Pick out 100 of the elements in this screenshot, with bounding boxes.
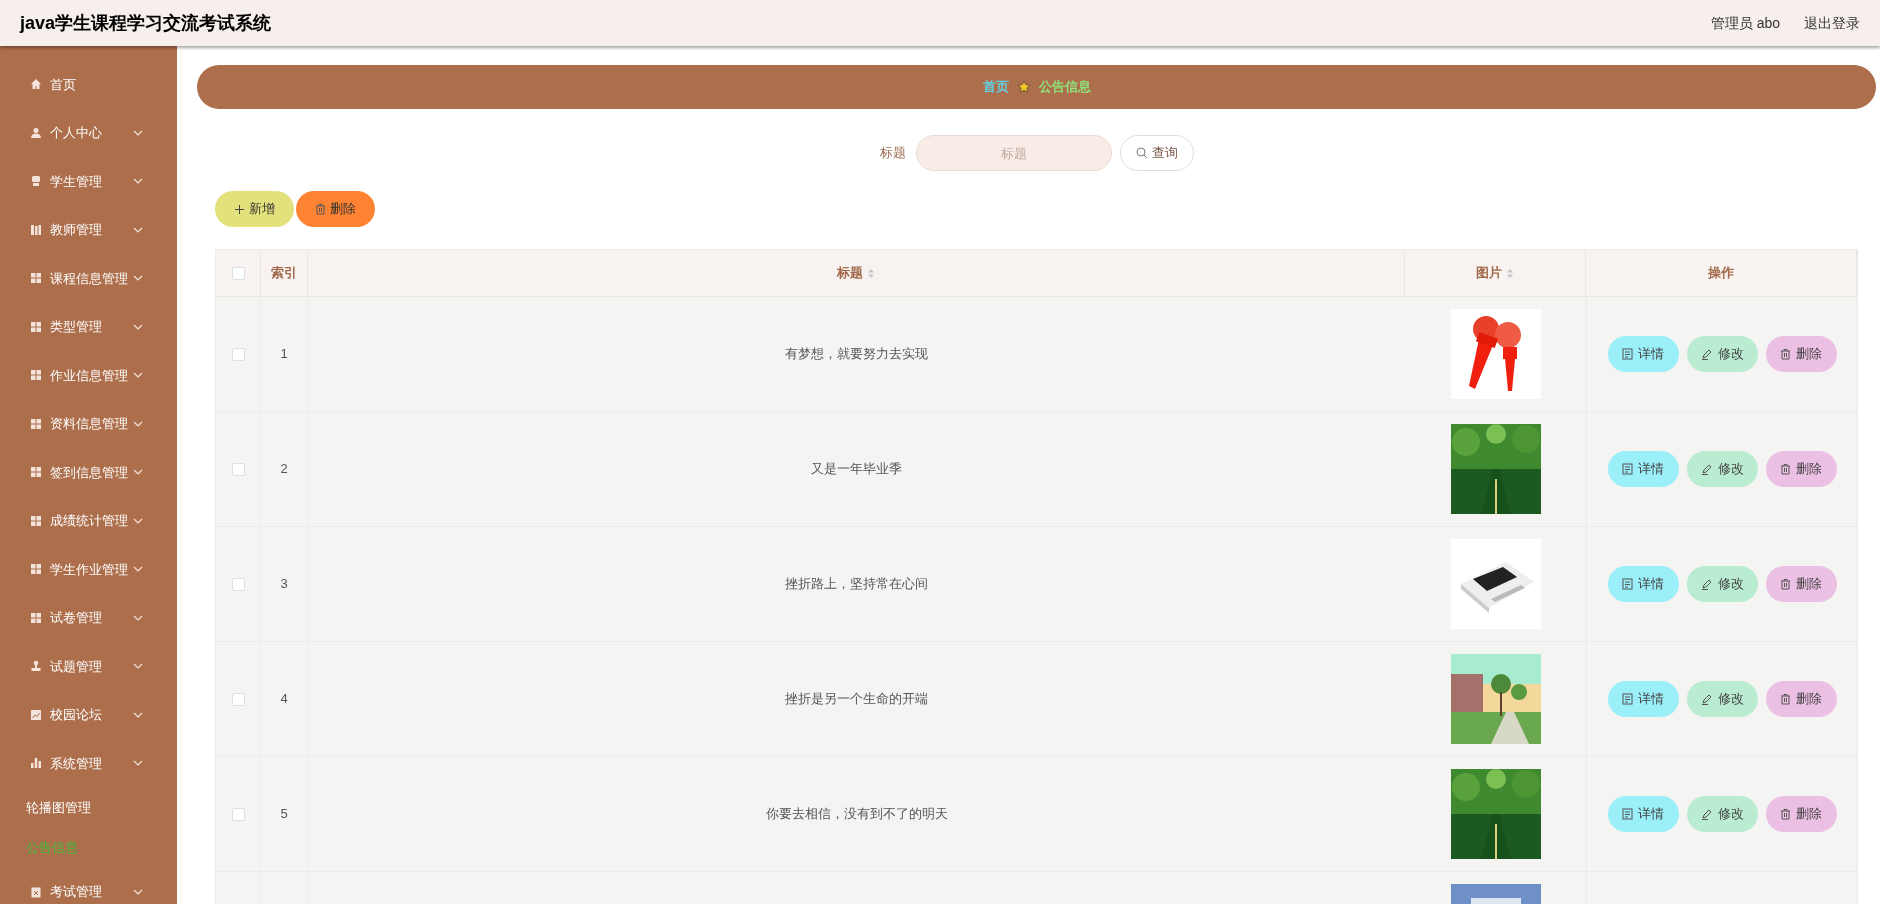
document-icon [1622, 693, 1633, 705]
chevron-down-icon [133, 711, 143, 718]
details-button[interactable]: 详情 [1607, 451, 1679, 487]
grid-icon [30, 272, 42, 285]
grid-icon [30, 320, 42, 333]
index-cell-text: 3 [280, 575, 288, 594]
search-field[interactable]: 标题 [915, 135, 1112, 171]
sidebar-item[interactable]: 系统管理 [0, 739, 177, 788]
sidebar-item[interactable]: 考试管理 [0, 867, 177, 904]
sort-icon[interactable] [867, 267, 875, 279]
edit-button[interactable]: 修改 [1686, 451, 1758, 487]
sidebar-item[interactable]: 成绩统计管理 [0, 496, 177, 545]
sidebar-item[interactable]: 教师管理 [0, 205, 177, 254]
sidebar-subitem[interactable]: 轮播图管理 [0, 787, 177, 828]
grid-icon [30, 369, 42, 382]
clipboard-icon [30, 885, 42, 898]
sidebar-item[interactable]: 作业信息管理 [0, 351, 177, 400]
pencil-icon [1700, 808, 1713, 820]
chevron-down-icon [133, 323, 143, 330]
chevron-down-icon [133, 888, 143, 895]
checkbox[interactable] [231, 577, 245, 591]
column-header: 索引 [271, 264, 297, 283]
logout-link[interactable]: 退出登录 [1804, 12, 1860, 34]
sidebar-item[interactable]: 课程信息管理 [0, 254, 177, 303]
delete-button[interactable]: 删除 [1765, 336, 1837, 372]
delete-button[interactable]: 删除 [296, 191, 375, 227]
grid-icon [30, 611, 42, 624]
checkbox[interactable] [231, 266, 245, 280]
index-cell-text: 5 [280, 805, 288, 824]
edit-button[interactable]: 修改 [1686, 566, 1758, 602]
title-cell-text: 又是一年毕业季 [811, 460, 902, 479]
chevron-down-icon [133, 226, 143, 233]
bar-chart-icon [30, 757, 42, 770]
edit-button[interactable]: 修改 [1686, 681, 1758, 717]
edit-button[interactable]: 修改 [1686, 796, 1758, 832]
title-cell-text: 你要去相信，没有到不了的明天 [765, 805, 948, 824]
trash-icon [1780, 808, 1791, 820]
search-icon [1135, 147, 1148, 159]
sidebar-item[interactable]: 首页 [0, 60, 177, 109]
title-cell-text: 挫折是另一个生命的开端 [785, 690, 928, 709]
checkbox[interactable] [231, 347, 245, 361]
document-icon [1622, 348, 1633, 360]
chart-icon [30, 708, 42, 721]
details-button[interactable]: 详情 [1607, 796, 1679, 832]
chevron-down-icon [133, 469, 143, 476]
checkbox[interactable] [231, 692, 245, 706]
home-icon [30, 78, 42, 91]
index-cell-text: 4 [280, 690, 288, 709]
checkbox[interactable] [231, 462, 245, 476]
plus-icon [234, 203, 245, 215]
delete-button[interactable]: 删除 [1765, 681, 1837, 717]
checkbox[interactable] [231, 807, 245, 821]
grid-icon [30, 466, 42, 479]
title-cell-text: 有梦想，就要努力去实现 [785, 345, 928, 364]
sidebar-item[interactable]: 签到信息管理 [0, 448, 177, 497]
sidebar-item[interactable]: 试卷管理 [0, 593, 177, 642]
delete-button[interactable]: 删除 [1765, 451, 1837, 487]
edit-button[interactable]: 修改 [1686, 336, 1758, 372]
chevron-down-icon [133, 275, 143, 282]
column-header: 操作 [1708, 264, 1734, 283]
sidebar-item[interactable]: 类型管理 [0, 302, 177, 351]
books-icon [30, 223, 42, 236]
sidebar-item[interactable]: 试题管理 [0, 642, 177, 691]
app-title: java学生课程学习交流考试系统 [20, 11, 272, 35]
star-icon [1016, 80, 1031, 94]
chevron-down-icon [133, 420, 143, 427]
column-header: 标题 [837, 264, 863, 283]
search-button[interactable]: 查询 [1119, 135, 1194, 171]
trash-icon [1780, 463, 1791, 475]
details-button[interactable]: 详情 [1607, 681, 1679, 717]
chevron-down-icon [133, 566, 143, 573]
delete-button[interactable]: 删除 [1765, 566, 1837, 602]
pencil-icon [1700, 693, 1713, 705]
index-cell-text: 1 [280, 345, 288, 364]
sidebar-item[interactable]: 资料信息管理 [0, 399, 177, 448]
details-button[interactable]: 详情 [1607, 336, 1679, 372]
grid-icon [30, 514, 42, 527]
trash-icon [315, 203, 326, 215]
sidebar-item[interactable]: 学生作业管理 [0, 545, 177, 594]
chevron-down-icon [133, 517, 143, 524]
chevron-down-icon [133, 372, 143, 379]
chevron-down-icon [133, 614, 143, 621]
details-button[interactable]: 详情 [1607, 566, 1679, 602]
index-cell-text: 2 [280, 460, 288, 479]
sidebar-item[interactable]: 学生管理 [0, 157, 177, 206]
delete-button[interactable]: 删除 [1765, 796, 1837, 832]
stamp-icon [30, 660, 42, 673]
user-icon [30, 126, 42, 139]
breadcrumb-link[interactable]: 公告信息 [1038, 77, 1091, 97]
chevron-down-icon [133, 663, 143, 670]
breadcrumb-link[interactable]: 首页 [982, 77, 1009, 97]
sidebar-item[interactable]: 个人中心 [0, 108, 177, 157]
add-button[interactable]: 新增 [215, 191, 294, 227]
seat-icon [30, 175, 42, 188]
sort-icon[interactable] [1506, 267, 1514, 279]
document-icon [1622, 578, 1633, 590]
document-icon [1622, 463, 1633, 475]
sidebar-item[interactable]: 校园论坛 [0, 690, 177, 739]
title-cell-text: 挫折路上，坚持常在心间 [785, 575, 928, 594]
trash-icon [1780, 348, 1791, 360]
